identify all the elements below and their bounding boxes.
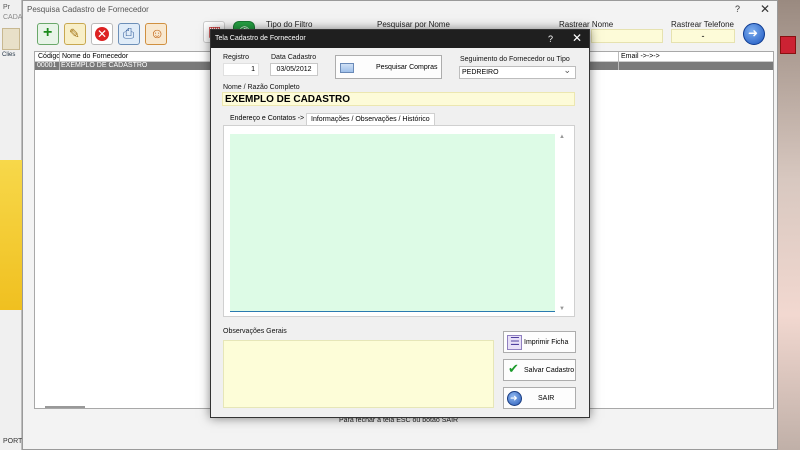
scroll-down-icon[interactable]: ▼ (559, 306, 565, 312)
exit-icon[interactable] (780, 36, 796, 54)
pesquisar-compras-button[interactable]: Pesquisar Compras (335, 55, 442, 79)
salvar-cadastro-button[interactable]: Salvar Cadastro (503, 359, 576, 381)
imprimir-ficha-button[interactable]: Imprimir Ficha (503, 331, 576, 353)
main-window-title: Pesquisa Cadastro de Fornecedor (27, 5, 149, 14)
column-header-email[interactable]: Email ->->-> (621, 53, 660, 60)
print-icon[interactable] (118, 23, 140, 45)
observacoes-label: Observações Gerais (223, 328, 287, 335)
column-header-codigo[interactable]: Código (38, 53, 60, 60)
checkmark-icon (507, 361, 522, 378)
tab-panel: ▲ ▼ (223, 125, 575, 317)
grid-divider (618, 52, 619, 70)
registro-field: 1 (223, 63, 259, 76)
background-status-text: PORT (3, 438, 23, 445)
column-header-nome[interactable]: Nome do Fornecedor (62, 53, 128, 60)
background-decoration (0, 160, 22, 310)
nome-field[interactable]: EXEMPLO DE CADASTRO (222, 92, 575, 106)
filter-type-label: Tipo do Filtro (266, 20, 313, 29)
print-form-icon (507, 335, 522, 350)
main-title-bar: Pesquisa Cadastro de Fornecedor ? ✕ (23, 1, 777, 19)
segmento-select[interactable]: PEDREIRO (459, 64, 576, 79)
observacoes-textarea[interactable] (223, 340, 494, 408)
grid-divider (59, 52, 60, 70)
add-icon[interactable] (37, 23, 59, 45)
clients-icon[interactable] (2, 28, 20, 50)
search-name-label: Pesquisar por Nome (377, 20, 450, 29)
track-phone-input[interactable]: - (671, 29, 735, 43)
nome-label: Nome / Razão Completo (223, 84, 300, 91)
sair-button[interactable]: SAIR (503, 387, 576, 409)
card-icon (340, 63, 354, 73)
pesquisar-compras-label: Pesquisar Compras (376, 64, 438, 71)
clients-icon-label: Clies (2, 52, 16, 58)
sair-label: SAIR (538, 395, 555, 402)
row-nome: EXEMPLO DE CADASTRO (61, 62, 148, 69)
horizontal-scrollbar[interactable] (45, 406, 85, 408)
scroll-up-icon[interactable]: ▲ (559, 134, 565, 140)
segmento-label: Seguimento do Fornecedor ou Tipo (460, 56, 570, 63)
imprimir-ficha-label: Imprimir Ficha (524, 339, 569, 346)
track-phone-label: Rastrear Telefone (671, 20, 734, 29)
edit-icon[interactable] (64, 23, 86, 45)
row-codigo: 00001 (37, 62, 57, 69)
salvar-cadastro-label: Salvar Cadastro (524, 367, 575, 374)
background-app-panel: Pr CADA Clies PORT (0, 0, 22, 450)
dialog-title-bar: Tela Cadastro de Fornecedor ? ✕ (211, 30, 589, 48)
go-arrow-icon[interactable] (743, 23, 765, 45)
background-app-subtitle: CADA (3, 14, 23, 21)
track-name-label: Rastrear Nome (559, 20, 614, 29)
close-button[interactable]: ✕ (760, 2, 770, 16)
data-cadastro-label: Data Cadastro (271, 54, 317, 61)
dialog-help-button[interactable]: ? (548, 34, 553, 44)
vertical-scrollbar[interactable]: ▲ ▼ (557, 134, 569, 312)
background-app-title: Pr (3, 4, 10, 11)
track-name-input[interactable] (591, 29, 663, 43)
user-icon[interactable] (145, 23, 167, 45)
supplier-record-dialog: Tela Cadastro de Fornecedor ? ✕ Registro… (210, 29, 590, 418)
help-button[interactable]: ? (735, 4, 740, 14)
historico-textarea[interactable] (230, 134, 555, 312)
exit-arrow-icon (507, 391, 522, 406)
dialog-close-button[interactable]: ✕ (572, 31, 582, 45)
data-cadastro-field[interactable]: 03/05/2012 (270, 63, 318, 76)
background-right-panel (776, 0, 800, 450)
registro-label: Registro (223, 54, 250, 61)
delete-icon[interactable] (91, 23, 113, 45)
dialog-title: Tela Cadastro de Fornecedor (215, 35, 306, 42)
footer-hint: Para fechar a tela ESC ou botão SAIR (339, 417, 459, 424)
